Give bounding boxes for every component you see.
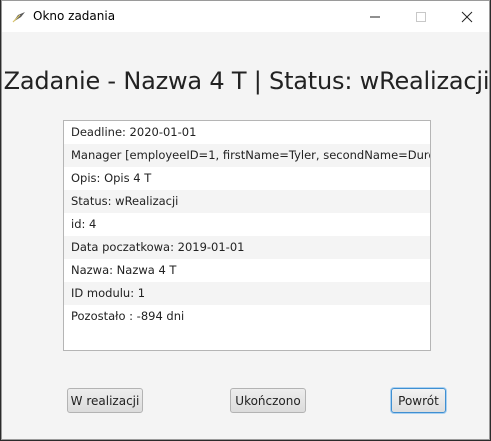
w-realizacji-button[interactable]: W realizacji — [67, 388, 143, 413]
powrot-button[interactable]: Powrót — [391, 388, 446, 413]
list-item-pozostalo[interactable]: Pozostało : -894 dni — [64, 305, 430, 328]
title-bar[interactable]: Okno zadania — [2, 1, 489, 32]
list-item-status[interactable]: Status: wRealizacji — [64, 190, 430, 213]
window-title: Okno zadania — [33, 9, 116, 23]
maximize-icon — [416, 11, 426, 22]
minimize-button[interactable] — [352, 1, 398, 32]
task-heading: Zadanie - Nazwa 4 T | Status: wRealizacj… — [3, 67, 490, 95]
maximize-button[interactable] — [398, 1, 444, 32]
list-item-id[interactable]: id: 4 — [64, 213, 430, 236]
app-feather-icon — [12, 10, 26, 23]
ukonczono-button[interactable]: Ukończono — [230, 388, 306, 413]
close-icon — [461, 11, 473, 22]
list-item-data-poczatkowa[interactable]: Data poczatkowa: 2019-01-01 — [64, 236, 430, 259]
task-window: Okno zadania Zadanie - Nazwa 4 T | Statu… — [1, 0, 490, 440]
list-item-opis[interactable]: Opis: Opis 4 T — [64, 167, 430, 190]
task-details-list[interactable]: Deadline: 2020-01-01 Manager [employeeID… — [63, 120, 431, 351]
list-item-manager[interactable]: Manager [employeeID=1, firstName=Tyler, … — [64, 144, 430, 167]
close-button[interactable] — [444, 1, 490, 32]
list-item-deadline[interactable]: Deadline: 2020-01-01 — [64, 121, 430, 144]
list-item-id-modulu[interactable]: ID modulu: 1 — [64, 282, 430, 305]
list-item-nazwa[interactable]: Nazwa: Nazwa 4 T — [64, 259, 430, 282]
minimize-icon — [370, 16, 380, 17]
